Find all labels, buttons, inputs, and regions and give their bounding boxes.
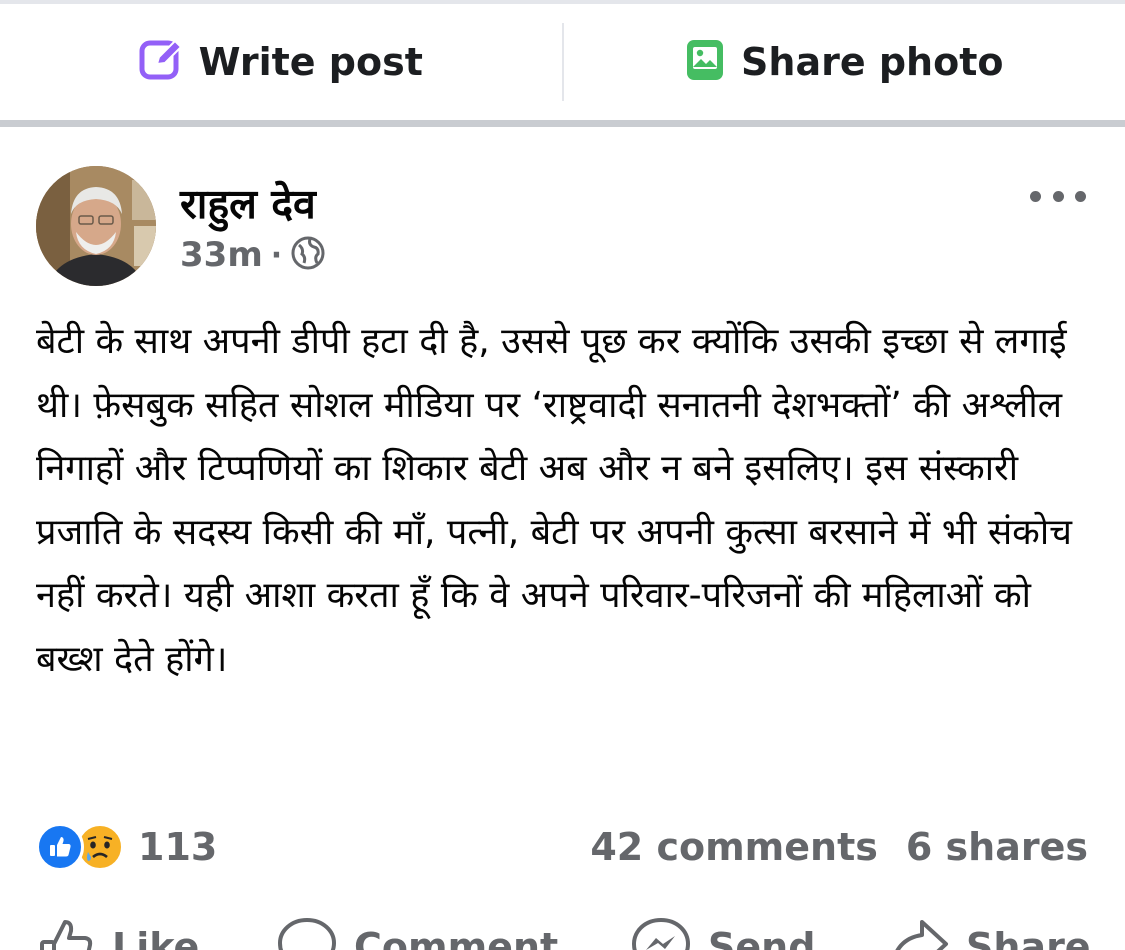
- comments-count[interactable]: 42 comments: [590, 825, 878, 869]
- send-label: Send: [708, 925, 816, 950]
- like-button[interactable]: Like: [38, 916, 199, 950]
- shares-count[interactable]: 6 shares: [906, 825, 1088, 869]
- like-reaction-icon: [36, 823, 84, 871]
- post-actions: Like Comment Send Share: [0, 912, 1125, 950]
- reactions-summary[interactable]: 113: [36, 823, 217, 871]
- reaction-count: 113: [138, 825, 218, 869]
- share-label: Share: [966, 925, 1091, 950]
- write-post-label: Write post: [198, 40, 423, 84]
- share-button[interactable]: Share: [888, 916, 1091, 950]
- messenger-icon: [630, 916, 692, 950]
- post-time[interactable]: 33m: [180, 235, 263, 275]
- share-photo-label: Share photo: [741, 40, 1004, 84]
- comment-icon: [276, 916, 338, 950]
- stats-right: 42 comments 6 shares: [590, 825, 1088, 869]
- more-options-icon[interactable]: [1030, 181, 1086, 211]
- edit-icon: [139, 38, 183, 86]
- share-arrow-icon: [888, 916, 950, 950]
- globe-icon: [290, 235, 326, 275]
- comment-button[interactable]: Comment: [276, 916, 558, 950]
- write-post-button[interactable]: Write post: [0, 4, 562, 120]
- meta-separator: ·: [270, 237, 283, 273]
- feed-post: राहुल देव 33m · बेटी के साथ अपनी डीपी हट…: [0, 127, 1125, 950]
- photo-icon: [685, 38, 725, 86]
- post-text: बेटी के साथ अपनी डीपी हटा दी है, उससे पू…: [36, 321, 1073, 680]
- post-meta: 33m ·: [180, 235, 326, 275]
- send-button[interactable]: Send: [630, 916, 815, 950]
- author-name[interactable]: राहुल देव: [180, 175, 316, 231]
- avatar[interactable]: [36, 166, 156, 286]
- like-label: Like: [112, 925, 200, 950]
- share-photo-button[interactable]: Share photo: [564, 4, 1125, 120]
- composer-bar: Write post Share photo: [0, 4, 1125, 120]
- comment-label: Comment: [354, 925, 559, 950]
- feed-separator: [0, 120, 1125, 127]
- thumbs-up-icon: [38, 916, 96, 950]
- post-stats: 113 42 comments 6 shares: [36, 817, 1088, 877]
